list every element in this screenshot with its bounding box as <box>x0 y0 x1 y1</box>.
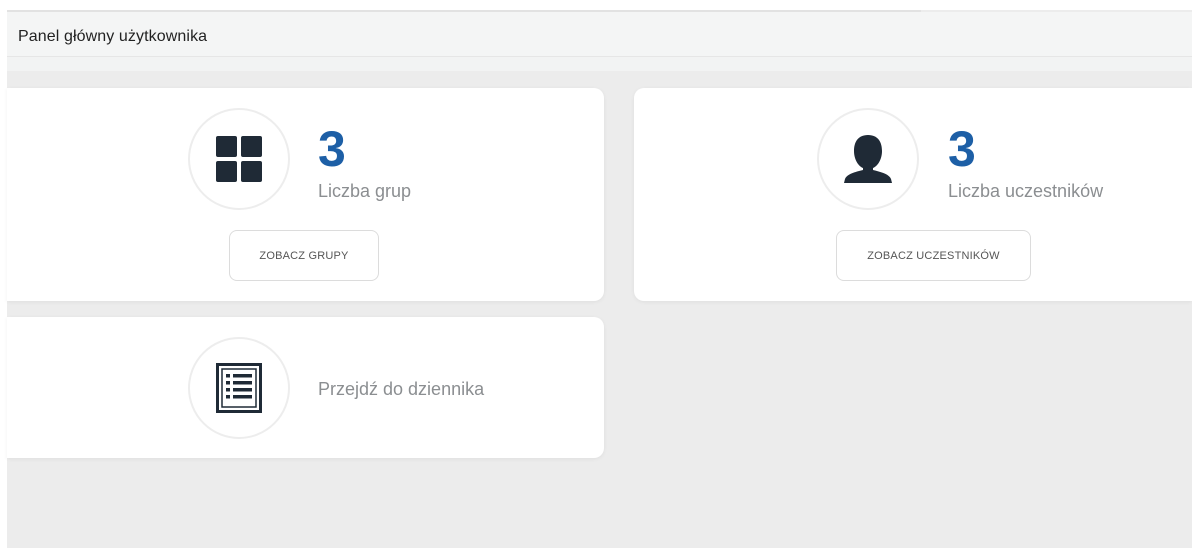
groups-card: 3 Liczba grup ZOBACZ GRUPY <box>7 88 604 301</box>
participants-count: 3 <box>948 121 976 177</box>
journal-icon-circle[interactable] <box>188 337 290 439</box>
grid-icon <box>216 136 262 182</box>
page-title: Panel główny użytkownika <box>18 28 208 45</box>
header-spacer <box>7 57 1192 71</box>
participants-label: Liczba uczestników <box>948 181 1104 201</box>
view-groups-button[interactable]: ZOBACZ GRUPY <box>229 230 379 281</box>
journal-card[interactable]: Przejdź do dziennika <box>7 317 604 458</box>
participants-icon-circle <box>817 108 919 210</box>
groups-label: Liczba grup <box>318 181 412 201</box>
list-icon <box>216 363 262 413</box>
dashboard-area: Panel główny użytkownika 3 Liczba grup Z… <box>7 10 1192 548</box>
groups-icon-circle <box>188 108 290 210</box>
groups-count: 3 <box>318 121 346 177</box>
journal-link-label[interactable]: Przejdź do dziennika <box>318 379 484 400</box>
view-participants-button[interactable]: ZOBACZ UCZESTNIKÓW <box>836 230 1031 281</box>
page-header: Panel główny użytkownika <box>7 12 1192 57</box>
user-icon <box>844 135 892 183</box>
participants-card: 3 Liczba uczestników ZOBACZ UCZESTNIKÓW <box>634 88 1192 301</box>
